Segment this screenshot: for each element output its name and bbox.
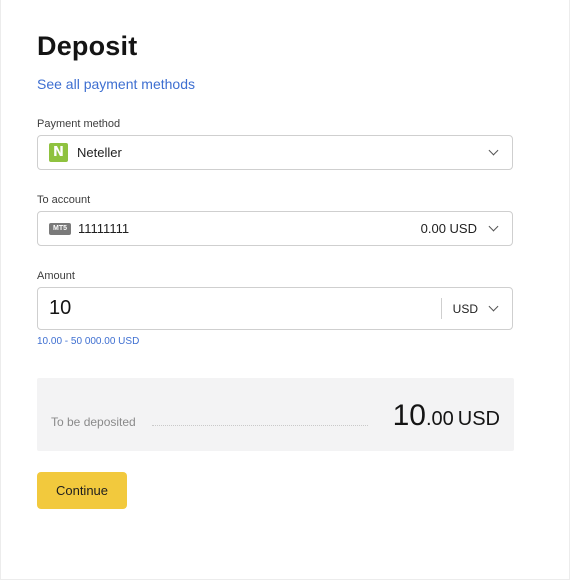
continue-button[interactable]: Continue xyxy=(37,472,127,509)
amount-integer-part: 10 xyxy=(392,399,426,432)
amount-divider xyxy=(440,298,442,319)
amount-currency-label: USD xyxy=(457,408,500,430)
to-be-deposited-label: To be deposited xyxy=(51,415,136,429)
to-account-select[interactable]: MT5 11111111 0.00 USD xyxy=(37,211,513,246)
to-be-deposited-amount: 10.00 USD xyxy=(393,399,500,433)
see-all-payment-methods-link[interactable]: See all payment methods xyxy=(37,76,195,92)
amount-input[interactable]: 10 xyxy=(49,297,71,320)
to-account-label: To account xyxy=(37,194,91,206)
amount-range-hint: 10.00 - 50 000.00 USD xyxy=(37,336,140,347)
chevron-down-icon xyxy=(488,221,499,232)
payment-method-select[interactable]: N Neteller xyxy=(37,135,513,170)
amount-label: Amount xyxy=(37,270,75,282)
page-title: Deposit xyxy=(37,31,138,61)
mt5-platform-badge: MT5 xyxy=(49,222,71,235)
amount-decimal-part: .00 xyxy=(425,408,454,430)
amount-field[interactable]: 10 USD xyxy=(37,287,513,330)
currency-select[interactable]: USD xyxy=(453,302,478,316)
account-number: 11111111 xyxy=(78,221,130,236)
neteller-logo-icon: N xyxy=(49,143,68,162)
summary-dotted-leader xyxy=(152,425,368,426)
chevron-down-icon xyxy=(488,145,499,156)
payment-method-value: Neteller xyxy=(77,145,122,160)
payment-method-label: Payment method xyxy=(37,118,121,130)
account-balance: 0.00 USD xyxy=(420,221,477,236)
deposit-summary: To be deposited 10.00 USD xyxy=(37,378,514,451)
chevron-down-icon[interactable] xyxy=(488,301,499,312)
